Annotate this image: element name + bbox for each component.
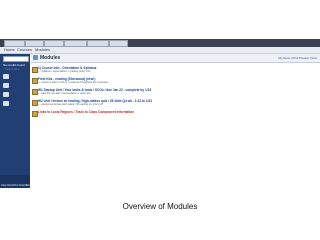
modules-icon <box>33 55 38 60</box>
sidebar-tool-icon[interactable] <box>3 83 9 88</box>
module-description: — assignments due each week / fill readi… <box>38 103 104 106</box>
sidebar-no-results: No results found <box>3 63 25 67</box>
module-item[interactable]: W2 Unit / lecture w/ reading / high-stak… <box>32 99 192 109</box>
slide-caption: Overview of Modules <box>122 202 198 211</box>
sidebar-print[interactable]: Print <box>13 184 18 187</box>
browser-tab-3[interactable] <box>44 40 64 47</box>
sidebar-search-placeholder: Search Here <box>5 68 20 71</box>
module-item[interactable]: Field Kits - reading (Sherwood) (new!) —… <box>32 77 192 87</box>
top-navigation: Home Courses Modules <box>0 47 320 54</box>
sidebar: Search Here No results found Help Inbox … <box>0 54 31 188</box>
sidebar-bottom-toolbar: Help Inbox Print Search Sort <box>0 175 31 188</box>
content-header: Modules My Home | Print Preview | Next <box>31 54 320 63</box>
nav-home[interactable]: Home <box>4 47 15 53</box>
sidebar-tool-icon[interactable] <box>3 74 9 79</box>
module-item[interactable]: Links to Local Regions / Track to Class … <box>32 110 192 120</box>
browser-tab-4[interactable] <box>64 40 87 47</box>
header-links[interactable]: My Home | Print Preview | Next <box>278 54 317 62</box>
browser-tab-bar <box>0 39 320 47</box>
sidebar-search-input[interactable]: Search Here <box>3 56 29 71</box>
module-item[interactable]: 1) Course Info - Orientation & Syllabus … <box>32 66 192 76</box>
browser-tab-6[interactable] <box>109 40 128 47</box>
module-description: — take the pre-test / read syllabus / vi… <box>38 92 91 95</box>
sidebar-tool-icon[interactable] <box>3 92 9 97</box>
module-description: — submit a plan in Unit 1 / continue thr… <box>38 81 108 84</box>
nav-courses[interactable]: Courses <box>17 47 32 53</box>
nav-modules[interactable]: Modules <box>35 47 50 53</box>
lms-window: Home Courses Modules Search Here No resu… <box>0 39 320 188</box>
sidebar-help[interactable]: Help <box>1 184 6 187</box>
main-content: Modules My Home | Print Preview | Next 1… <box>31 54 320 188</box>
browser-tab-1[interactable] <box>4 40 25 47</box>
module-item[interactable]: W1 Startup Unit / Your tasks & tools / S… <box>32 88 192 98</box>
browser-tab-5[interactable] <box>87 40 109 47</box>
sidebar-tool-icon[interactable] <box>3 101 9 106</box>
browser-tab-2[interactable] <box>25 40 44 47</box>
page-title: Modules <box>40 55 61 61</box>
module-title[interactable]: Links to Local Regions / Track to Class … <box>38 110 134 114</box>
module-description: — syllabus / expectations / grading poli… <box>38 70 91 73</box>
